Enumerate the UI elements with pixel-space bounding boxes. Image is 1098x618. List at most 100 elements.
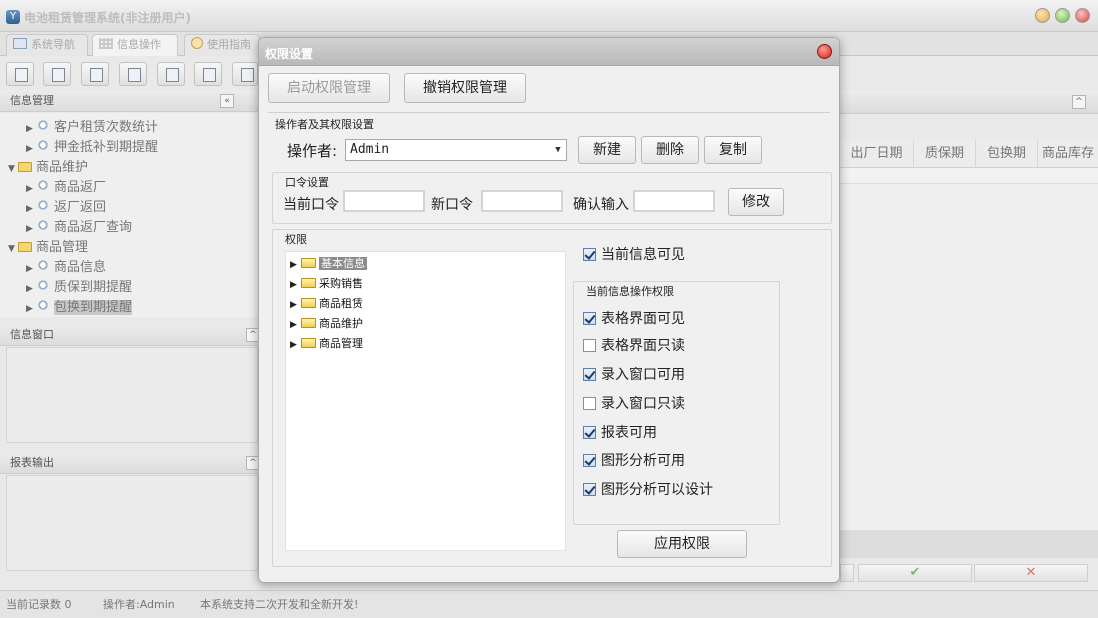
tree-item[interactable]: ▶ 商品返厂查询 (26, 216, 132, 235)
tree-item-selected[interactable]: ▶ 包换到期提醒 (26, 296, 133, 315)
panel-title: 报表输出 (10, 456, 54, 469)
column-header[interactable]: 质保期 (914, 140, 976, 168)
record-count: 当前记录数 0 (6, 598, 72, 611)
delete-operator-button[interactable]: 删除 (641, 136, 699, 164)
collapse-up-icon[interactable]: ^ (1072, 95, 1086, 109)
collapse-icon[interactable]: « (220, 94, 234, 108)
confirm-password-label: 确认输入 (573, 197, 629, 213)
tool-icon (36, 259, 50, 271)
operator-section-label: 操作者及其权限设置 (275, 118, 374, 131)
operator-value: Admin (350, 142, 390, 157)
info-management-header: 信息管理 « (0, 90, 258, 112)
new-password-label: 新口令 (431, 197, 473, 213)
checkbox-checked-icon (583, 426, 596, 439)
table-visible-checkbox[interactable]: 表格界面可见 (583, 308, 685, 328)
tree-item[interactable]: ▶ 质保到期提醒 (26, 276, 132, 295)
list-toolbar-button[interactable] (43, 62, 71, 86)
edit-toolbar-button[interactable] (119, 62, 147, 86)
column-header[interactable]: 出厂日期 (840, 140, 914, 168)
new-operator-button[interactable]: 新建 (578, 136, 636, 164)
tool-icon (36, 139, 50, 151)
tree-folder[interactable]: ▼ 商品管理 (8, 236, 88, 255)
tree-item[interactable]: ▶ 商品租赁 (290, 295, 363, 311)
maximize-button[interactable] (1055, 8, 1070, 23)
tab-label: 系统导航 (31, 38, 75, 51)
checkbox-empty-icon (583, 397, 596, 410)
tree-item[interactable]: ▶ 商品管理 (290, 335, 363, 351)
permission-tree: ▶ 基本信息 ▶ 采购销售 ▶ 商品租赁 ▶ 商品维护 ▶ 商品管理 (285, 251, 566, 551)
action-button[interactable] (840, 564, 854, 582)
tree-item[interactable]: ▶ 商品维护 (290, 315, 363, 331)
modify-password-button[interactable]: 修改 (728, 188, 784, 216)
tree-item[interactable]: ▶ 采购销售 (290, 275, 363, 291)
confirm-password-input[interactable] (633, 190, 715, 212)
tab-info-operation[interactable]: 信息操作 (92, 34, 178, 56)
checkbox-checked-icon (583, 368, 596, 381)
tab-system-navigation[interactable]: 系统导航 (6, 34, 88, 56)
operator-label: 操作者: (287, 142, 338, 160)
revoke-permission-button[interactable]: 撤销权限管理 (404, 73, 526, 103)
enable-permission-button[interactable]: 启动权限管理 (268, 73, 390, 103)
document-toolbar-button[interactable] (81, 62, 109, 86)
window-toolbar-button[interactable] (157, 62, 185, 86)
current-info-visible-checkbox[interactable]: 当前信息可见 (583, 244, 685, 264)
chevron-down-icon[interactable]: ▼ (551, 141, 565, 159)
panel-title: 信息窗口 (10, 328, 54, 341)
data-grid-header-bar: ^ (840, 90, 1098, 114)
tree-item-selected[interactable]: ▶ 基本信息 (290, 255, 367, 271)
operator-select[interactable]: Admin ▼ (345, 139, 567, 161)
checkbox-empty-icon (583, 339, 596, 352)
tab-user-guide[interactable]: 使用指南 (184, 34, 260, 56)
export-toolbar-button[interactable] (194, 62, 222, 86)
dialog-close-button[interactable] (817, 44, 832, 59)
cancel-x-icon[interactable]: ✕ (974, 564, 1088, 582)
tree-item[interactable]: ▶ 商品返厂 (26, 176, 106, 195)
minimize-button[interactable] (1035, 8, 1050, 23)
info-management-tree: ▶ 客户租赁次数统计 ▶ 押金抵补到期提醒 ▼ 商品维护 ▶ 商品返厂 ▶ 返厂返回 ▶ 商… (0, 113, 258, 317)
report-output-header: 报表输出 ^ (0, 452, 260, 474)
checkbox-checked-icon (583, 483, 596, 496)
folder-icon (18, 242, 32, 252)
password-section-label: 口令设置 (285, 176, 329, 189)
globe-icon (191, 37, 203, 49)
entry-panel-bar (840, 530, 1098, 558)
tree-folder[interactable]: ▼ 商品维护 (8, 156, 88, 175)
column-header[interactable]: 商品库存 (1038, 140, 1098, 168)
copy-operator-button[interactable]: 复制 (704, 136, 762, 164)
tree-item[interactable]: ▶ 客户租赁次数统计 (26, 116, 158, 135)
table-readonly-checkbox[interactable]: 表格界面只读 (583, 335, 685, 355)
print-toolbar-button[interactable] (232, 62, 258, 86)
tree-item[interactable]: ▶ 押金抵补到期提醒 (26, 136, 158, 155)
close-window-button[interactable] (1075, 8, 1090, 23)
report-usable-checkbox[interactable]: 报表可用 (583, 422, 657, 442)
current-password-input[interactable] (343, 190, 425, 212)
tool-icon (36, 279, 50, 291)
folder-icon (301, 298, 316, 308)
permission-section-label: 权限 (285, 233, 307, 246)
chart-analysis-usable-checkbox[interactable]: 图形分析可用 (583, 450, 685, 470)
search-toolbar-button[interactable] (6, 62, 34, 86)
confirm-check-icon[interactable]: ✔ (858, 564, 972, 582)
checkbox-checked-icon (583, 312, 596, 325)
data-grid-columns: 出厂日期 质保期 包换期 商品库存 (840, 140, 1098, 168)
tree-item[interactable]: ▶ 返厂返回 (26, 196, 106, 215)
folder-icon (301, 258, 316, 268)
column-header[interactable]: 包换期 (976, 140, 1038, 168)
entry-readonly-checkbox[interactable]: 录入窗口只读 (583, 393, 685, 413)
monitor-icon (13, 38, 27, 49)
info-window-panel (6, 347, 258, 443)
tree-item[interactable]: ▶ 商品信息 (26, 256, 106, 275)
new-password-input[interactable] (481, 190, 563, 212)
current-password-label: 当前口令 (283, 197, 339, 213)
dialog-title-bar: 权限设置 (259, 38, 839, 66)
panel-title: 信息管理 (10, 94, 54, 107)
apply-permission-button[interactable]: 应用权限 (617, 530, 747, 558)
table-row[interactable] (840, 168, 1098, 184)
folder-icon (301, 318, 316, 328)
checkbox-checked-icon (583, 454, 596, 467)
dialog-title: 权限设置 (265, 47, 314, 61)
entry-usable-checkbox[interactable]: 录入窗口可用 (583, 364, 685, 384)
tool-icon (36, 299, 50, 311)
report-output-panel (6, 475, 258, 571)
chart-analysis-design-checkbox[interactable]: 图形分析可以设计 (583, 479, 713, 499)
